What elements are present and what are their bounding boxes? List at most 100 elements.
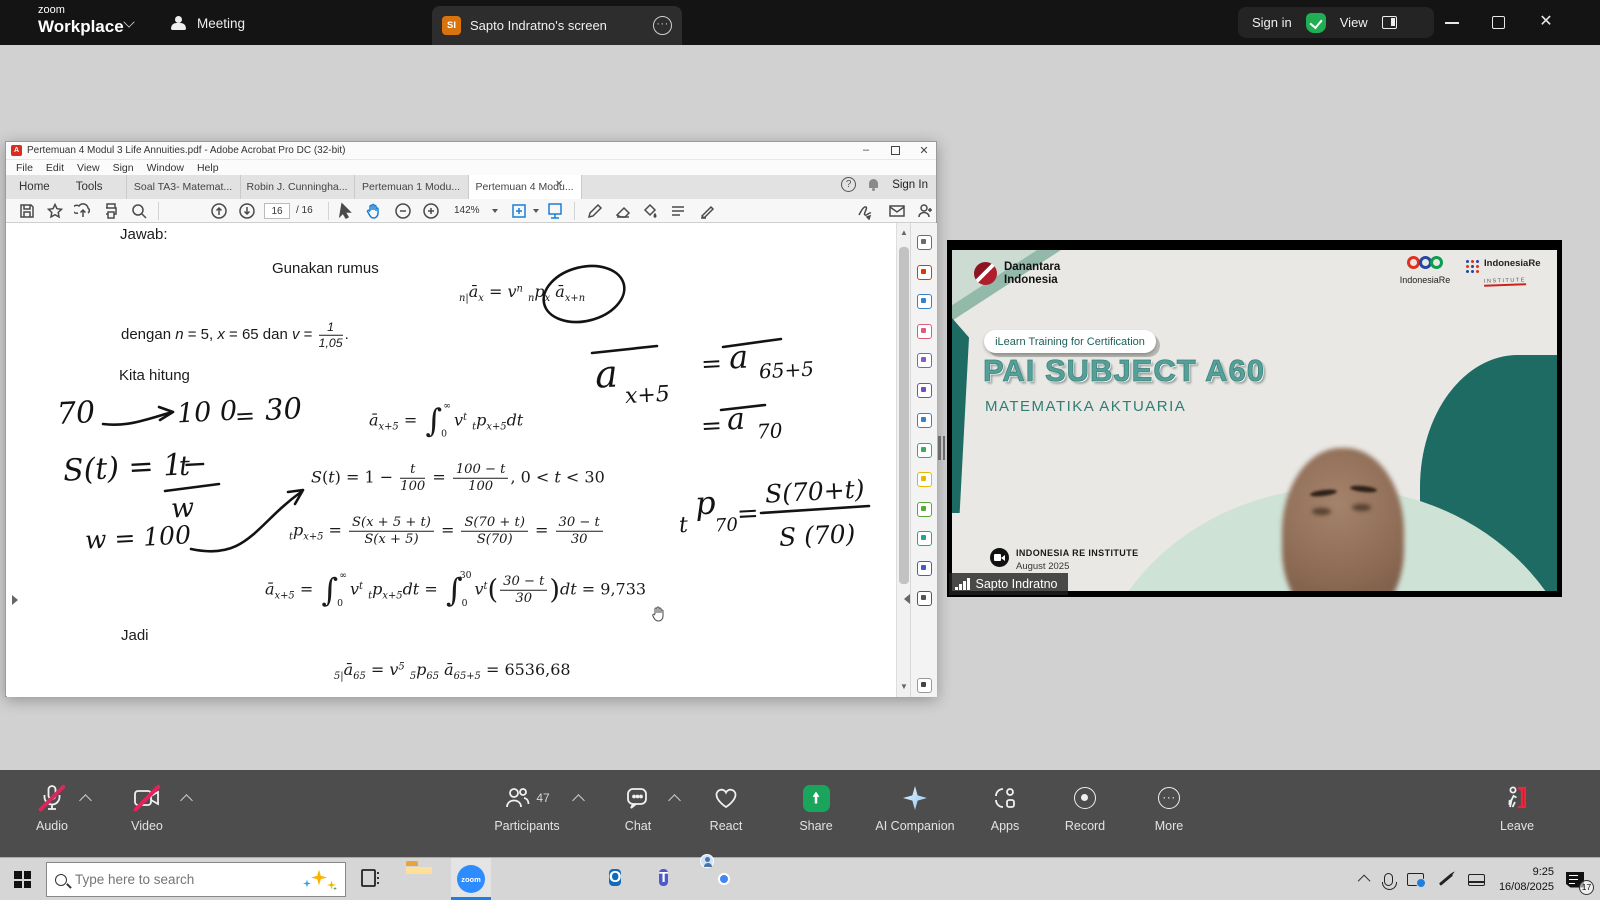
scrollbar-thumb[interactable]	[899, 247, 909, 584]
tab-tools[interactable]: Tools	[63, 175, 116, 199]
zoom-out-icon[interactable]	[394, 202, 412, 220]
acrobat-minimize-button[interactable]: –	[858, 144, 874, 156]
next-page-icon[interactable]	[238, 202, 256, 220]
select-tool-icon[interactable]	[336, 202, 354, 220]
combine-files-icon[interactable]	[917, 324, 932, 339]
chevron-down-icon[interactable]	[123, 16, 134, 27]
menu-item[interactable]: View	[77, 162, 100, 174]
bell-icon[interactable]	[868, 179, 880, 191]
tray-pen-icon[interactable]	[1439, 873, 1453, 886]
fit-caret-icon[interactable]	[533, 209, 539, 213]
comment-lines-icon[interactable]	[669, 202, 687, 220]
share-button[interactable]: Share	[761, 784, 871, 833]
expand-left-pane-icon[interactable]	[12, 595, 18, 605]
help-icon[interactable]: ?	[841, 177, 856, 192]
hand-tool-icon[interactable]	[364, 202, 382, 220]
acrobat-restore-button[interactable]	[891, 146, 900, 155]
tray-screenshare-icon[interactable]	[1407, 873, 1424, 886]
page-number-input[interactable]: 16	[264, 203, 290, 219]
firefox-button[interactable]	[558, 865, 586, 893]
pencil-icon[interactable]	[586, 202, 604, 220]
share-upload-icon[interactable]	[74, 202, 92, 220]
star-icon[interactable]	[46, 202, 64, 220]
fill-color-icon[interactable]	[641, 202, 659, 220]
more-tools-icon[interactable]	[917, 591, 932, 606]
menu-item[interactable]: File	[16, 162, 33, 174]
audio-button[interactable]: Audio	[0, 784, 107, 833]
scroll-up-icon[interactable]: ▲	[900, 229, 908, 237]
close-button[interactable]: ✕	[1536, 13, 1556, 31]
tray-touchpad-icon[interactable]	[1468, 874, 1485, 886]
google-drive-button[interactable]	[508, 865, 536, 893]
start-button[interactable]	[14, 871, 31, 888]
ellipsis-icon[interactable]: ···	[653, 16, 672, 35]
eraser-icon[interactable]	[614, 202, 632, 220]
fit-page-icon[interactable]	[510, 202, 528, 220]
video-panel[interactable]: Danantara Indonesia IndonesiaRe Indonesi…	[947, 240, 1562, 597]
pdf-page[interactable]: Jawab: Gunakan rumus Kita hitung Jadi n|…	[7, 223, 896, 697]
menu-item[interactable]: Sign	[113, 162, 134, 174]
view-button[interactable]: View	[1340, 15, 1368, 30]
vertical-scrollbar[interactable]: ▲ ▼	[896, 223, 910, 697]
task-view-button[interactable]	[358, 865, 386, 893]
protect-tool-icon[interactable]	[917, 561, 932, 576]
zoom-in-icon[interactable]	[422, 202, 440, 220]
acrobat-close-button[interactable]: ✕	[916, 144, 932, 157]
forward-arrow-icon[interactable]	[917, 678, 932, 693]
scroll-down-icon[interactable]: ▼	[900, 683, 908, 691]
search-icon[interactable]	[130, 202, 148, 220]
chrome-button[interactable]	[710, 865, 738, 893]
tab-shared-screen[interactable]: SI Sapto Indratno's screen ···	[432, 6, 682, 45]
edit-pdf-icon[interactable]	[917, 383, 932, 398]
export-pdf-icon[interactable]	[917, 265, 932, 280]
tray-expand-icon[interactable]	[1358, 875, 1371, 888]
acrobat-sign-in-button[interactable]: Sign In	[892, 179, 928, 191]
outlook-button[interactable]: O	[609, 865, 637, 893]
participants-button[interactable]: 47 Participants	[472, 784, 582, 833]
comment-tool-icon[interactable]	[917, 472, 932, 487]
zoom-app-button[interactable]: zoom	[451, 858, 491, 900]
zoom-caret-icon[interactable]	[492, 209, 498, 213]
collapse-right-pane-icon[interactable]	[904, 594, 910, 604]
send-review-icon[interactable]	[917, 531, 932, 546]
person-add-icon[interactable]	[916, 202, 934, 220]
menu-item[interactable]: Window	[147, 162, 184, 174]
stamp-tool-icon[interactable]	[917, 502, 932, 517]
leave-button[interactable]: Leave	[1462, 784, 1572, 833]
previous-page-icon[interactable]	[210, 202, 228, 220]
document-tab[interactable]: Pertemuan 1 Modu...	[354, 175, 468, 199]
highlighter-icon[interactable]	[698, 202, 716, 220]
teams-button[interactable]: T	[659, 865, 687, 893]
maximize-button[interactable]	[1489, 13, 1509, 31]
taskbar-clock[interactable]: 9:25 16/08/2025	[1499, 865, 1554, 895]
menu-item[interactable]: Help	[197, 162, 219, 174]
menu-item[interactable]: Edit	[46, 162, 64, 174]
save-icon[interactable]	[18, 202, 36, 220]
view-layout-icon[interactable]	[1382, 16, 1397, 29]
tab-home[interactable]: Home	[6, 175, 63, 199]
minimize-button[interactable]	[1443, 13, 1463, 31]
security-shield-icon[interactable]	[1306, 13, 1326, 33]
mail-icon[interactable]	[888, 202, 906, 220]
create-pdf-icon[interactable]	[917, 294, 932, 309]
page-display-icon[interactable]	[546, 202, 564, 220]
tray-microphone-icon[interactable]	[1384, 873, 1393, 886]
tab-meeting[interactable]: Meeting	[170, 10, 245, 36]
taskbar-search[interactable]	[46, 862, 346, 897]
more-button[interactable]: ··· More	[1114, 784, 1224, 833]
organize-pages-icon[interactable]	[917, 353, 932, 368]
video-button[interactable]: Video	[92, 784, 202, 833]
scan-ocr-icon[interactable]	[917, 443, 932, 458]
zoom-level-select[interactable]: 142%	[454, 205, 480, 216]
document-tab[interactable]: Robin J. Cunningha...	[240, 175, 354, 199]
document-tab[interactable]: Soal TA3- Matemat...	[126, 175, 240, 199]
document-tab[interactable]: Pertemuan 4 Modu...	[468, 175, 582, 199]
layout-divider-handle[interactable]	[938, 436, 946, 460]
share-tool-icon[interactable]	[917, 413, 932, 428]
print-icon[interactable]	[102, 202, 120, 220]
signature-icon[interactable]	[856, 202, 874, 220]
file-explorer-button[interactable]	[406, 865, 434, 893]
taskbar-search-input[interactable]	[75, 872, 295, 887]
close-tab-icon[interactable]: ✕	[555, 179, 563, 190]
sign-in-button[interactable]: Sign in	[1252, 15, 1292, 30]
